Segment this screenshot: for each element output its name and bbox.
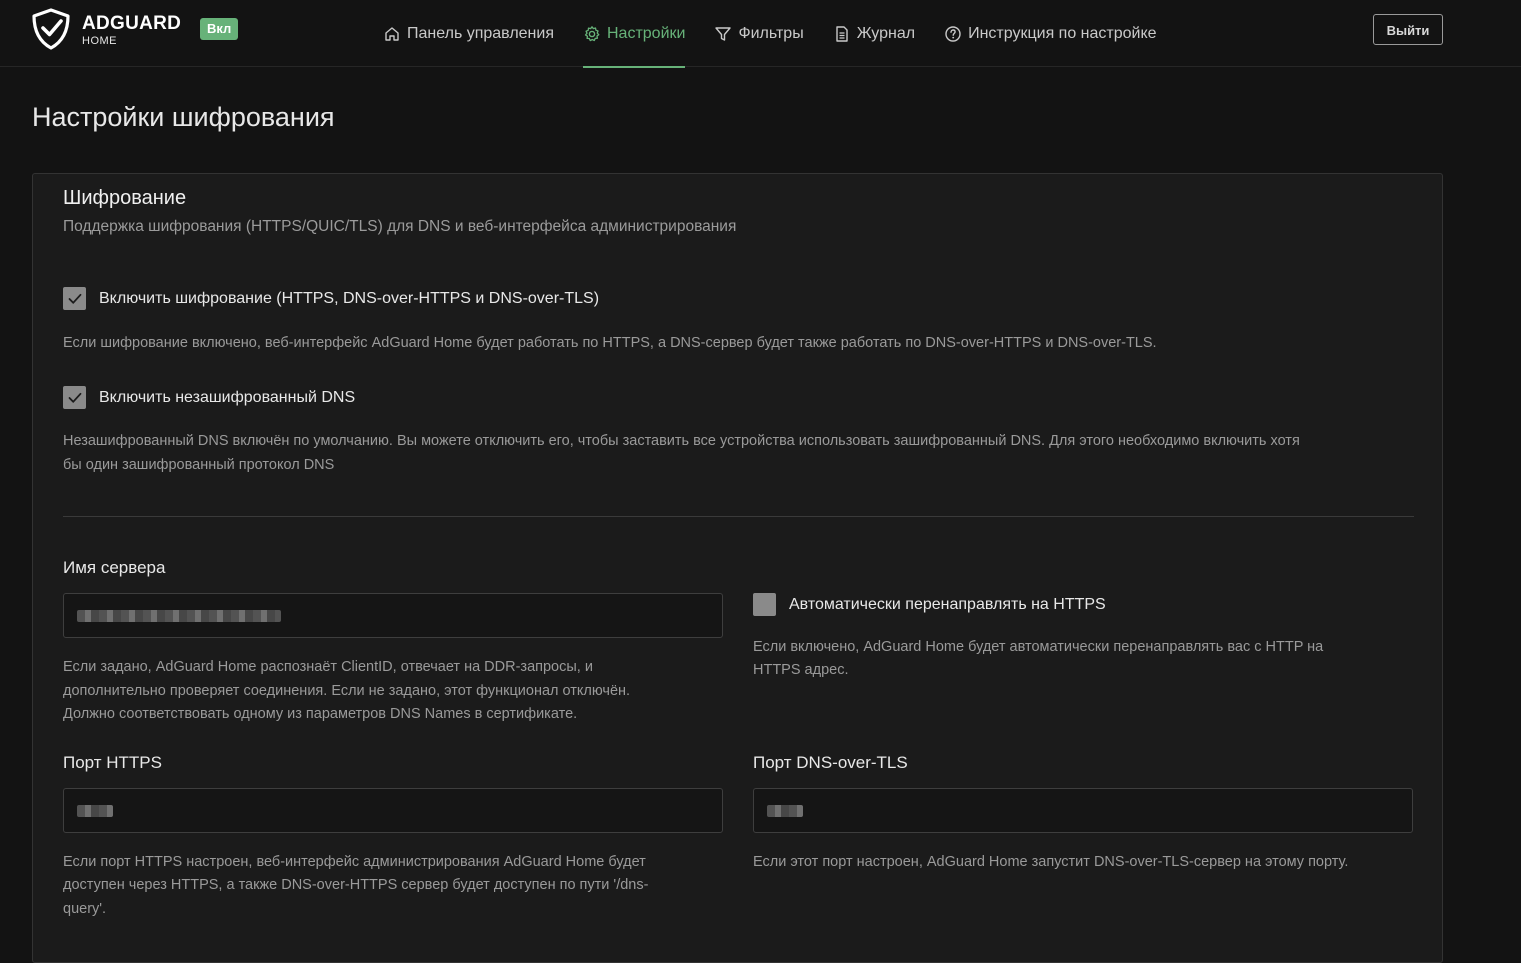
nav-filters[interactable]: Фильтры — [714, 0, 804, 67]
top-navbar: ADGUARD HOME Вкл Панель управления Настр… — [0, 0, 1521, 68]
plain-dns-hint-line1: Незашифрованный DNS включён по умолчанию… — [63, 433, 1300, 449]
enable-encryption-checkbox[interactable] — [63, 287, 86, 310]
nav-dashboard-label: Панель управления — [407, 24, 554, 42]
page-title: Настройки шифрования — [32, 102, 335, 132]
server-name-input[interactable] — [63, 593, 723, 638]
https-port-hint-line2: доступен через HTTPS, а также DNS-over-H… — [63, 877, 649, 893]
shield-check-icon — [32, 8, 70, 50]
logo-subtitle: HOME — [82, 35, 117, 47]
enable-encryption-label: Включить шифрование (HTTPS, DNS-over-HTT… — [99, 289, 600, 307]
dot-port-input[interactable] — [753, 788, 1413, 833]
redirect-https-row[interactable]: Автоматически перенаправлять на HTTPS — [753, 593, 1106, 616]
dot-port-label: Порт DNS-over-TLS — [753, 753, 908, 772]
nav-log[interactable]: Журнал — [833, 0, 915, 67]
redirect-https-checkbox[interactable] — [753, 593, 776, 616]
enable-encryption-hint: Если шифрование включено, веб-интерфейс … — [63, 335, 1157, 351]
https-port-label: Порт HTTPS — [63, 753, 162, 772]
redacted-value — [77, 609, 281, 622]
gear-icon — [584, 25, 600, 41]
server-name-hint-line1: Если задано, AdGuard Home распознаёт Cli… — [63, 659, 593, 675]
server-name-hint-line3: Должно соответствовать одному из парамет… — [63, 706, 578, 722]
redacted-value — [767, 804, 803, 817]
nav-setup-guide[interactable]: Инструкция по настройке — [944, 0, 1157, 67]
logout-button[interactable]: Выйти — [1373, 14, 1443, 45]
logo-title: ADGUARD — [82, 13, 182, 34]
home-icon — [385, 26, 399, 41]
log-icon — [835, 25, 848, 42]
checkmark-icon — [68, 293, 81, 304]
nav-setup-guide-label: Инструкция по настройке — [968, 24, 1157, 42]
plain-dns-checkbox[interactable] — [63, 386, 86, 409]
checkmark-icon — [68, 392, 81, 403]
adguard-logo[interactable]: ADGUARD HOME — [30, 8, 190, 52]
divider — [63, 516, 1414, 517]
encryption-card: Шифрование Поддержка шифрования (HTTPS/Q… — [32, 173, 1443, 963]
status-badge: Вкл — [200, 18, 239, 40]
redirect-https-hint-line1: Если включено, AdGuard Home будет автома… — [753, 639, 1324, 655]
https-port-input[interactable] — [63, 788, 723, 833]
plain-dns-hint-line2: бы один зашифрованный протокол DNS — [63, 457, 335, 473]
nav-settings[interactable]: Настройки — [582, 0, 686, 68]
redirect-https-hint-line2: HTTPS адрес. — [753, 662, 849, 678]
help-icon — [945, 25, 961, 42]
filter-icon — [715, 26, 732, 41]
main-nav: Панель управления Настройки Фильтры Журн… — [383, 0, 1186, 68]
nav-dashboard[interactable]: Панель управления — [383, 0, 554, 67]
dot-port-hint: Если этот порт настроен, AdGuard Home за… — [753, 854, 1349, 870]
nav-log-label: Журнал — [856, 24, 916, 42]
server-name-label: Имя сервера — [63, 558, 166, 577]
https-port-hint-line1: Если порт HTTPS настроен, веб-интерфейс … — [63, 854, 646, 870]
nav-settings-label: Настройки — [606, 24, 686, 42]
redirect-https-label: Автоматически перенаправлять на HTTPS — [789, 595, 1106, 613]
https-port-hint-line3: query'. — [63, 901, 107, 917]
card-subtitle: Поддержка шифрования (HTTPS/QUIC/TLS) дл… — [63, 218, 737, 235]
nav-filters-label: Фильтры — [738, 24, 804, 42]
card-title: Шифрование — [63, 187, 187, 209]
enable-encryption-row[interactable]: Включить шифрование (HTTPS, DNS-over-HTT… — [63, 287, 599, 310]
plain-dns-label: Включить незашифрованный DNS — [99, 388, 356, 406]
server-name-hint-line2: дополнительно проверяет соединения. Если… — [63, 683, 631, 699]
redacted-value — [77, 804, 113, 817]
plain-dns-row[interactable]: Включить незашифрованный DNS — [63, 386, 355, 409]
